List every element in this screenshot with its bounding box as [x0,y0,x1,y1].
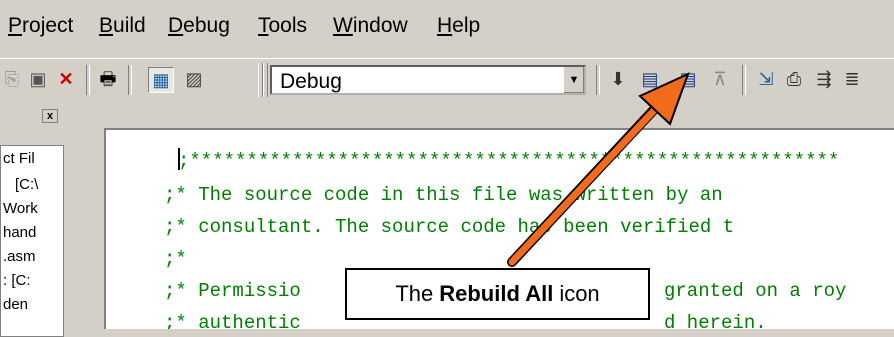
callout-suffix: icon [559,281,600,306]
callout-prefix: The [395,281,434,306]
callout-bold: Rebuild All [439,281,554,306]
callout-label: The Rebuild All icon [345,268,650,320]
